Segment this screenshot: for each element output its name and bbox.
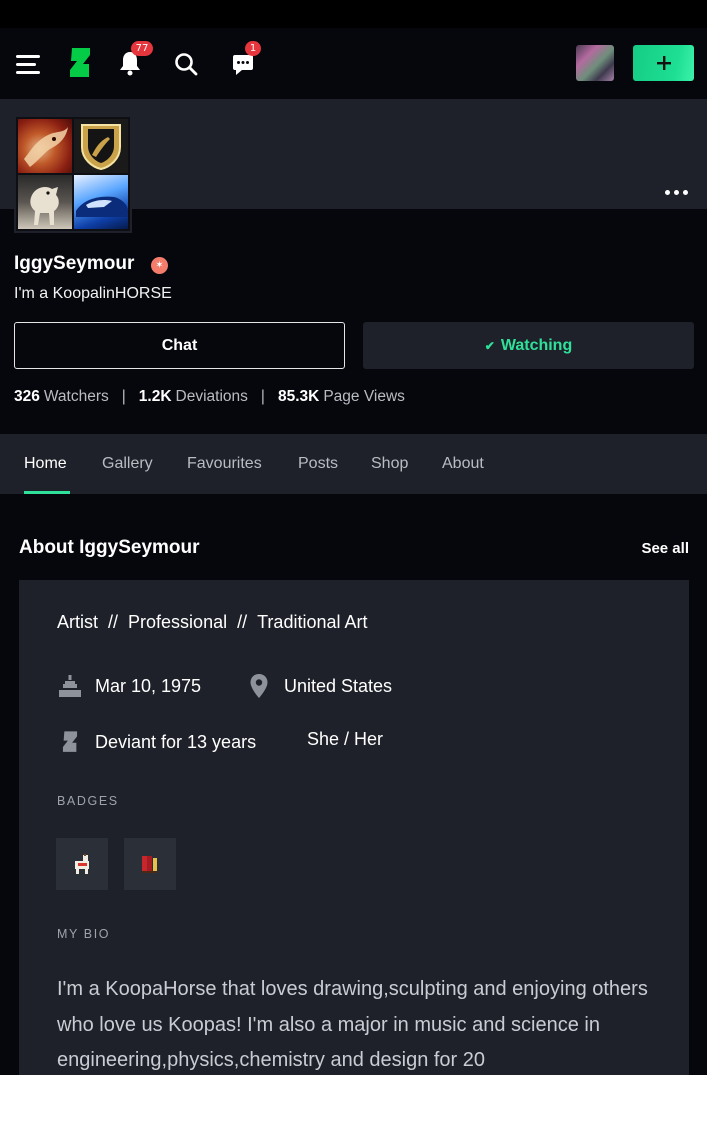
tab-home[interactable]: Home bbox=[24, 434, 67, 494]
location-pin-icon bbox=[246, 673, 272, 699]
more-dots-icon[interactable] bbox=[660, 180, 692, 204]
llama-badge-icon bbox=[75, 854, 89, 874]
location-row: United States bbox=[246, 673, 392, 699]
about-card: Artist // Professional // Traditional Art Ma… bbox=[19, 580, 689, 1075]
star-badge-icon: ✶ bbox=[151, 257, 168, 274]
books-badge-icon bbox=[142, 856, 157, 873]
avatar-bull-emblem-image bbox=[74, 119, 128, 173]
role-separator: // bbox=[108, 612, 119, 632]
see-all-link[interactable]: See all bbox=[641, 540, 689, 557]
watching-label: Watching bbox=[500, 336, 573, 354]
birthday-text: Mar 10, 1975 bbox=[95, 675, 202, 696]
badge-llama[interactable] bbox=[56, 838, 108, 890]
deviantart-logo-icon[interactable] bbox=[66, 45, 94, 81]
tab-about[interactable]: About bbox=[442, 434, 484, 494]
location-text: United States bbox=[284, 675, 393, 696]
member-since-row: Deviant for 13 years bbox=[57, 729, 256, 755]
page-views-label: Page Views bbox=[323, 388, 405, 405]
birthday-cake-icon bbox=[57, 673, 83, 699]
status-bar bbox=[0, 0, 707, 28]
watchers-count: 326 bbox=[14, 388, 40, 405]
profile-avatar[interactable] bbox=[14, 115, 132, 233]
profile-stats: 326 Watchers | 1.2K Deviations | 85.3K P… bbox=[14, 388, 405, 406]
tab-posts[interactable]: Posts bbox=[298, 434, 338, 494]
search-icon[interactable] bbox=[172, 49, 200, 79]
bio-label: MY BIO bbox=[57, 927, 111, 941]
profile-username: IggySeymour bbox=[14, 253, 135, 274]
role-professional: Professional bbox=[128, 612, 228, 632]
profile-tabs: Home Gallery Favourites Posts Shop About bbox=[0, 434, 707, 494]
member-since-text: Deviant for 13 years bbox=[95, 731, 257, 752]
role-separator: // bbox=[237, 612, 248, 632]
deviations-label: Deviations bbox=[175, 388, 248, 405]
tab-favourites[interactable]: Favourites bbox=[187, 434, 262, 494]
page-views-count: 85.3K bbox=[277, 388, 320, 405]
messages-count-badge: 1 bbox=[245, 41, 261, 56]
deviations-count: 1.2K bbox=[138, 388, 172, 405]
deviantart-logo-icon bbox=[57, 729, 83, 755]
avatar-blue-car-image bbox=[74, 175, 128, 229]
badge-books[interactable] bbox=[124, 838, 176, 890]
chat-button[interactable]: Chat bbox=[14, 322, 345, 369]
user-avatar[interactable] bbox=[576, 45, 614, 81]
app-screen: 77 1 IggySeymour ✶ I'm a KoopalinHORSE C… bbox=[0, 0, 707, 1075]
profile-roles: Artist // Professional // Traditional Art bbox=[57, 612, 368, 633]
plus-icon bbox=[656, 56, 671, 70]
active-tab-indicator bbox=[24, 491, 70, 494]
avatar-dragon-image bbox=[18, 119, 72, 173]
profile-tagline: I'm a KoopalinHORSE bbox=[14, 285, 172, 302]
badges-label: BADGES bbox=[57, 794, 119, 808]
check-icon: ✔ bbox=[484, 338, 495, 353]
birthday-row: Mar 10, 1975 bbox=[57, 673, 201, 699]
role-traditional-art: Traditional Art bbox=[257, 612, 368, 632]
stats-separator: | bbox=[260, 388, 265, 405]
role-artist: Artist bbox=[57, 612, 99, 632]
submit-button[interactable] bbox=[633, 45, 694, 81]
pronouns-text: She / Her bbox=[307, 729, 384, 749]
pronouns-row: She / Her bbox=[307, 729, 383, 750]
stats-separator: | bbox=[121, 388, 126, 405]
about-section-title: About IggySeymour bbox=[19, 537, 200, 558]
tab-gallery[interactable]: Gallery bbox=[102, 434, 153, 494]
bio-text: I'm a KoopaHorse that loves drawing,scul… bbox=[57, 978, 648, 1071]
menu-icon[interactable] bbox=[14, 50, 42, 78]
top-bar: 77 1 bbox=[0, 28, 707, 99]
tab-shop[interactable]: Shop bbox=[371, 434, 408, 494]
watchers-label: Watchers bbox=[43, 388, 109, 405]
watching-button[interactable]: ✔ Watching bbox=[363, 322, 694, 369]
avatar-horse-image bbox=[18, 175, 72, 229]
notifications-count-badge: 77 bbox=[131, 41, 153, 56]
